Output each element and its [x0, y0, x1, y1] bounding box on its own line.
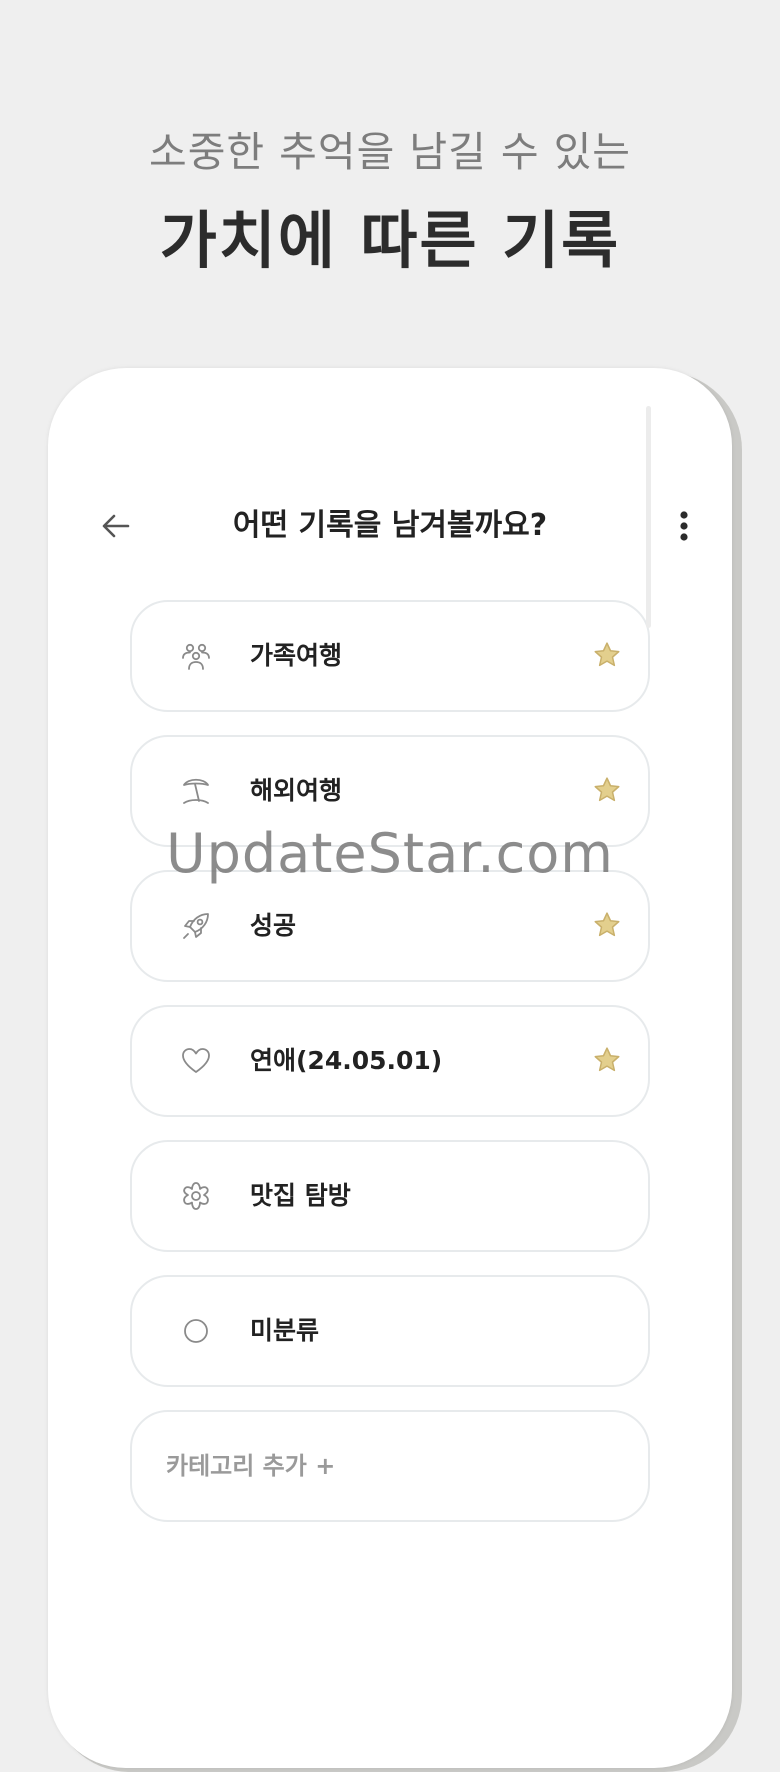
- more-options-button[interactable]: [664, 496, 704, 556]
- category-label: 가족여행: [250, 641, 343, 670]
- hero-title: 가치에 따른 기록: [159, 204, 621, 277]
- circle-icon: [176, 1311, 216, 1351]
- category-item-restaurant-tour[interactable]: 맛집 탐방: [130, 1140, 650, 1252]
- heart-icon: [176, 1041, 216, 1081]
- category-label: 미분류: [250, 1316, 320, 1345]
- category-item-romance[interactable]: 연애(24.05.01): [130, 1005, 650, 1117]
- category-label: 맛집 탐방: [250, 1181, 351, 1210]
- add-category-button[interactable]: 카테고리 추가 +: [130, 1410, 650, 1522]
- category-item-success[interactable]: 성공: [130, 870, 650, 982]
- flower-icon: [176, 1176, 216, 1216]
- category-label: 성공: [250, 911, 297, 940]
- watermark-text: UpdateStar.com: [166, 822, 614, 885]
- app-header: 어떤 기록을 남겨볼까요?: [48, 496, 732, 556]
- back-button[interactable]: [92, 496, 140, 556]
- phone-screen: 어떤 기록을 남겨볼까요? 가족여행 해외여행 성공 연애(24.05.01) …: [48, 368, 732, 1768]
- people-icon: [176, 636, 216, 676]
- star-icon[interactable]: [592, 1045, 622, 1075]
- hero-subtitle: 소중한 추억을 남길 수 있는: [148, 128, 632, 176]
- category-list: 가족여행 해외여행 성공 연애(24.05.01) 맛집 탐방 미분류 카테고리…: [130, 600, 650, 1545]
- star-icon[interactable]: [592, 775, 622, 805]
- rocket-icon: [176, 906, 216, 946]
- category-item-uncategorized[interactable]: 미분류: [130, 1275, 650, 1387]
- category-item-family-trip[interactable]: 가족여행: [130, 600, 650, 712]
- palm-tree-icon: [176, 771, 216, 811]
- page-title: 어떤 기록을 남겨볼까요?: [232, 508, 548, 543]
- arrow-left-icon: [102, 514, 130, 538]
- star-icon[interactable]: [592, 640, 622, 670]
- star-icon[interactable]: [592, 910, 622, 940]
- category-label: 연애(24.05.01): [250, 1046, 443, 1075]
- scrollbar[interactable]: [646, 406, 651, 628]
- more-vertical-icon: [680, 511, 688, 541]
- add-category-label: 카테고리 추가 +: [166, 1452, 336, 1480]
